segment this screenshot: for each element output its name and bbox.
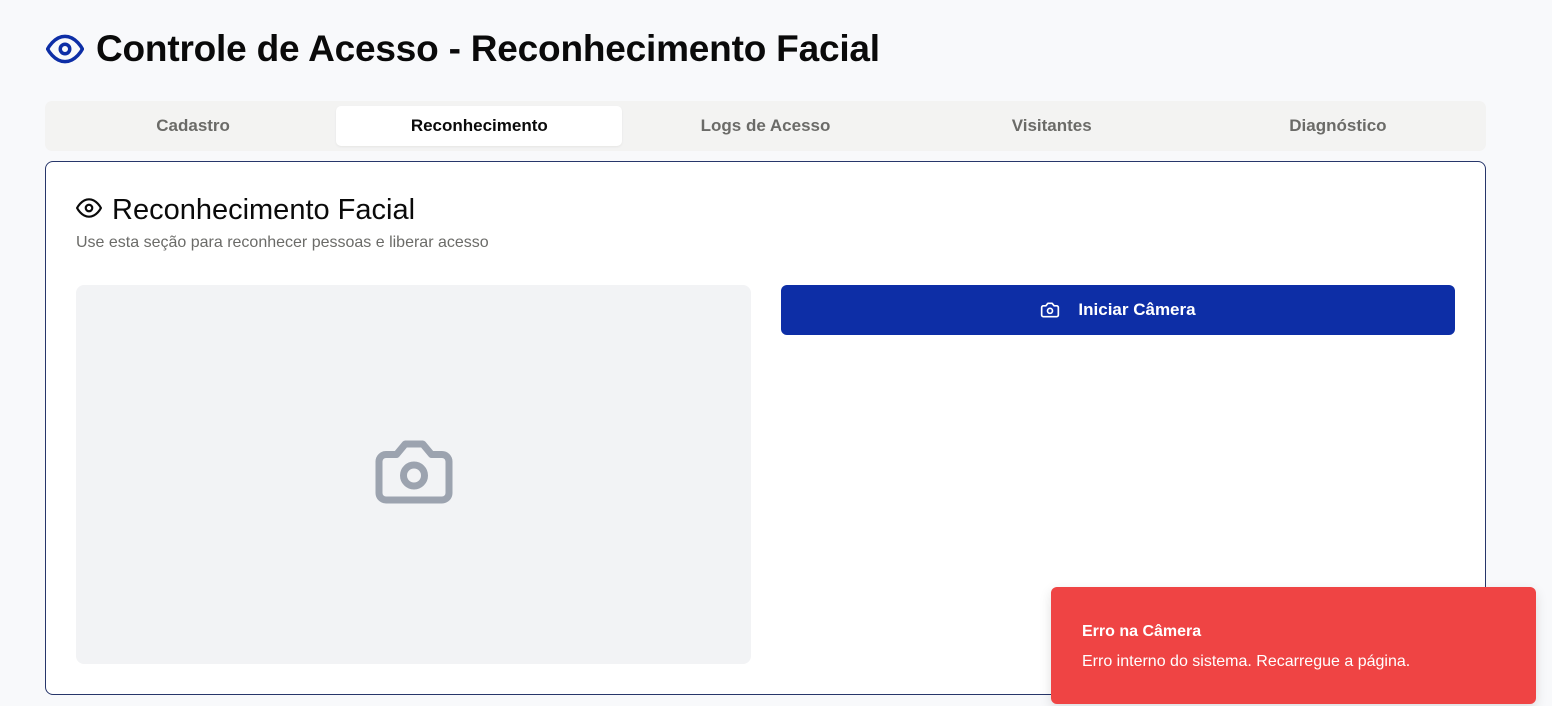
page-title: Controle de Acesso - Reconhecimento Faci… <box>96 28 880 69</box>
eye-icon <box>46 30 84 68</box>
camera-preview <box>76 285 751 664</box>
start-camera-button[interactable]: Iniciar Câmera <box>781 285 1455 335</box>
tab-logs-de-acesso[interactable]: Logs de Acesso <box>622 106 908 146</box>
tab-cadastro[interactable]: Cadastro <box>50 106 336 146</box>
camera-icon <box>1040 300 1060 320</box>
page-header: Controle de Acesso - Reconhecimento Faci… <box>46 28 880 70</box>
card-title: Reconhecimento Facial <box>76 194 415 227</box>
error-toast[interactable]: Erro na Câmera Erro interno do sistema. … <box>1051 587 1536 704</box>
toast-title: Erro na Câmera <box>1082 623 1202 640</box>
tab-bar: Cadastro Reconhecimento Logs de Acesso V… <box>45 101 1486 151</box>
tab-diagnostico[interactable]: Diagnóstico <box>1195 106 1481 146</box>
card-subtitle: Use esta seção para reconhecer pessoas e… <box>76 234 489 251</box>
eye-icon <box>76 195 102 226</box>
tab-visitantes[interactable]: Visitantes <box>909 106 1195 146</box>
card-heading: Reconhecimento Facial <box>112 194 416 226</box>
toast-message: Erro interno do sistema. Recarregue a pá… <box>1082 653 1411 670</box>
tab-reconhecimento[interactable]: Reconhecimento <box>336 106 623 146</box>
camera-icon <box>372 430 456 519</box>
start-camera-label: Iniciar Câmera <box>1078 300 1196 319</box>
